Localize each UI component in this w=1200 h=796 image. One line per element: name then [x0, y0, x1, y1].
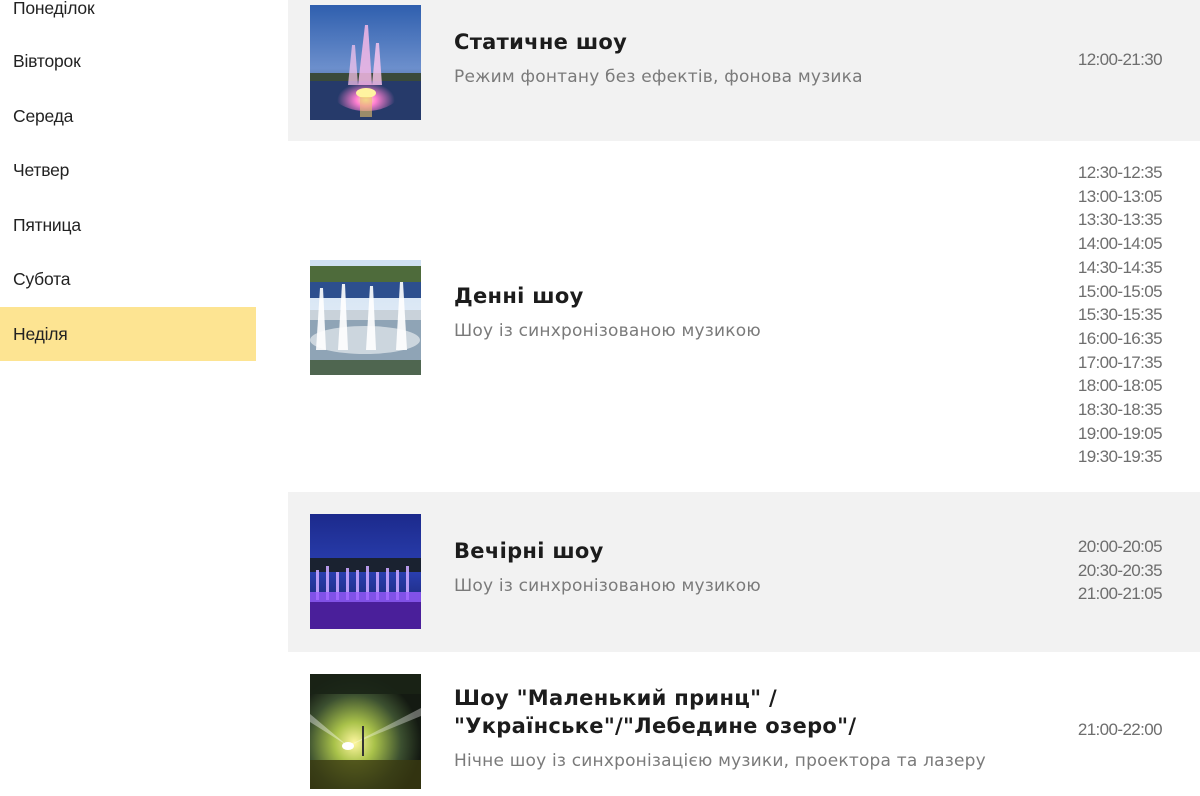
day-tab-wednesday[interactable]: Середа: [0, 89, 256, 144]
show-row-day: Денні шоу Шоу із синхронізованою музикою…: [288, 141, 1200, 492]
show-time: 21:00-22:00: [1077, 720, 1163, 739]
show-title-line-2: "Українське"/"Лебедине озеро"/: [454, 714, 857, 738]
show-time: 15:30-15:35: [1077, 305, 1163, 325]
show-schedule-list: Статичне шоу Режим фонтану без ефектів, …: [288, 0, 1200, 796]
show-time: 15:00-15:05: [1077, 281, 1163, 301]
show-info: Вечірні шоу Шоу із синхронізованою музик…: [454, 537, 1094, 597]
show-row-night: Шоу "Маленький принц" / "Українське"/"Ле…: [288, 652, 1200, 796]
show-time: 16:00-16:35: [1077, 328, 1163, 348]
show-title: Вечірні шоу: [454, 539, 604, 563]
show-times: 20:00-20:05 20:30-20:35 21:00-21:05: [1077, 535, 1163, 606]
fountain-day-photo: [310, 260, 421, 375]
show-title: Статичне шоу: [454, 30, 628, 54]
fountain-static-photo: [310, 5, 421, 120]
show-time: 17:00-17:35: [1077, 352, 1163, 372]
show-time: 21:00-21:05: [1077, 584, 1163, 604]
show-title-line-1: Шоу "Маленький принц" /: [454, 686, 777, 710]
show-time: 19:00-19:05: [1077, 423, 1163, 443]
day-tab-tuesday[interactable]: Вівторок: [0, 34, 256, 89]
fountain-evening-photo: [310, 514, 421, 629]
show-time: 13:30-13:35: [1077, 210, 1163, 230]
show-description: Нічне шоу із синхронізацією музики, прое…: [454, 751, 986, 771]
show-time: 20:00-20:05: [1077, 537, 1163, 556]
show-time: 12:00-21:30: [1077, 50, 1163, 69]
day-tab-thursday[interactable]: Четвер: [0, 143, 256, 198]
show-time: 18:00-18:05: [1077, 376, 1163, 396]
show-times: 21:00-22:00: [1077, 718, 1163, 742]
day-tab-sunday[interactable]: Неділя: [0, 306, 256, 361]
show-info: Шоу "Маленький принц" / "Українське"/"Ле…: [454, 684, 1094, 772]
show-time: 13:00-13:05: [1077, 186, 1163, 206]
show-time: 18:30-18:35: [1077, 400, 1163, 420]
show-title: Шоу "Маленький принц" / "Українське"/"Ле…: [454, 684, 1094, 740]
day-tab-monday[interactable]: Понеділок: [0, 0, 256, 34]
show-time: 19:30-19:35: [1077, 447, 1163, 467]
show-description: Режим фонтану без ефектів, фонова музика: [454, 67, 863, 87]
show-description: Шоу із синхронізованою музикою: [454, 576, 761, 596]
show-times: 12:00-21:30: [1077, 48, 1163, 72]
show-times: 12:30-12:35 13:00-13:05 13:30-13:35 14:0…: [1077, 161, 1163, 469]
day-tabs: Понеділок Вівторок Середа Четвер Пятница…: [0, 0, 256, 361]
show-info: Денні шоу Шоу із синхронізованою музикою: [454, 282, 1094, 342]
day-tab-friday[interactable]: Пятница: [0, 198, 256, 253]
show-row-evening: Вечірні шоу Шоу із синхронізованою музик…: [288, 492, 1200, 652]
show-description: Шоу із синхронізованою музикою: [454, 321, 761, 341]
fountain-schedule-page: Понеділок Вівторок Середа Четвер Пятница…: [0, 0, 1200, 796]
show-time: 20:30-20:35: [1077, 560, 1163, 580]
show-time: 14:00-14:05: [1077, 234, 1163, 254]
day-tab-saturday[interactable]: Субота: [0, 252, 256, 307]
show-time: 14:30-14:35: [1077, 257, 1163, 277]
show-info: Статичне шоу Режим фонтану без ефектів, …: [454, 28, 1094, 88]
fountain-night-laser-photo: [310, 674, 421, 789]
show-title: Денні шоу: [454, 284, 584, 308]
show-row-static: Статичне шоу Режим фонтану без ефектів, …: [288, 0, 1200, 141]
show-time: 12:30-12:35: [1077, 163, 1163, 182]
